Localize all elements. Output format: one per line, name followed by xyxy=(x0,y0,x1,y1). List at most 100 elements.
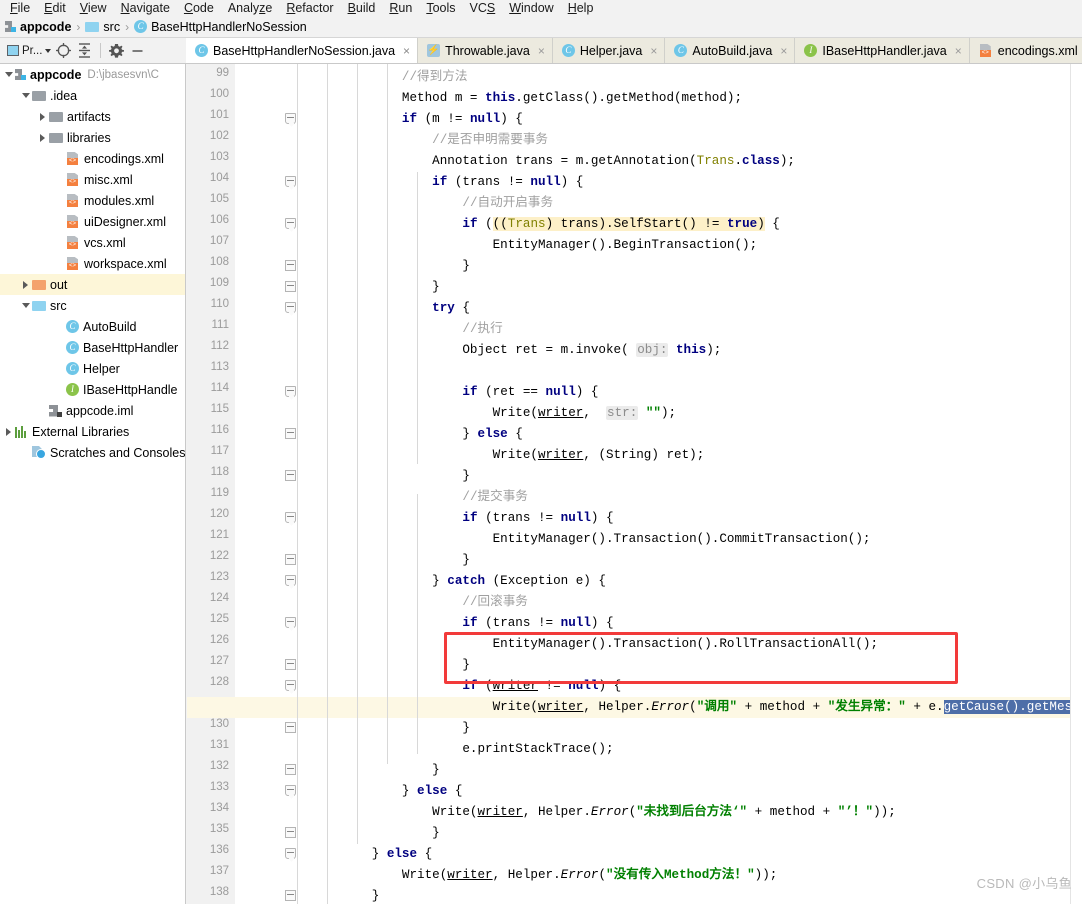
code-line-125[interactable]: if (trans != null) { xyxy=(281,613,613,634)
tree-item-basehttphandler[interactable]: C BaseHttpHandler xyxy=(0,337,185,358)
menu-item-vcs[interactable]: VCS xyxy=(463,1,503,16)
menu-item-window[interactable]: Window xyxy=(502,1,560,16)
code-line-126[interactable]: EntityManager().Transaction().RollTransa… xyxy=(281,634,878,655)
menu-item-code[interactable]: Code xyxy=(177,1,221,16)
menu-item-run[interactable]: Run xyxy=(382,1,419,16)
gear-icon[interactable] xyxy=(108,42,125,59)
chevron-right-icon[interactable] xyxy=(36,133,49,142)
menu-item-edit[interactable]: Edit xyxy=(37,1,73,16)
menu-item-navigate[interactable]: Navigate xyxy=(114,1,177,16)
code-line-99[interactable]: //得到方法 xyxy=(281,67,468,88)
tab-helper-java[interactable]: C Helper.java × xyxy=(552,38,666,63)
code-line-119[interactable]: //提交事务 xyxy=(281,487,528,508)
tree-item-modules-xml[interactable]: modules.xml xyxy=(0,190,185,211)
code-line-135[interactable]: } xyxy=(281,823,440,844)
code-line-116[interactable]: } else { xyxy=(281,424,522,445)
tree-item-appcode-iml[interactable]: appcode.iml xyxy=(0,400,185,421)
code-line-100[interactable]: Method m = this.getClass().getMethod(met… xyxy=(281,88,742,109)
menu-item-build[interactable]: Build xyxy=(341,1,383,16)
code-editor[interactable]: 99 100 101 102 103 104 105 106 107 108 109 110 111 11… xyxy=(187,64,1082,904)
code-line-107[interactable]: EntityManager().BeginTransaction(); xyxy=(281,235,758,256)
code-line-124[interactable]: //回滚事务 xyxy=(281,592,528,613)
chevron-down-icon[interactable] xyxy=(19,93,32,98)
code-line-101[interactable]: if (m != null) { xyxy=(281,109,523,130)
code-line-137[interactable]: Write(writer, Helper.Error("没有传入Method方法… xyxy=(281,865,777,886)
collapse-all-icon[interactable] xyxy=(76,42,93,59)
tree-item-appcode[interactable]: appcode D:\jbasesvn\C xyxy=(0,64,185,85)
tree-item-uidesigner-xml[interactable]: uiDesigner.xml xyxy=(0,211,185,232)
code-line-130[interactable]: } xyxy=(281,718,470,739)
tree-item-misc-xml[interactable]: misc.xml xyxy=(0,169,185,190)
close-icon[interactable]: × xyxy=(403,44,410,58)
tab-encodings-xml[interactable]: encodings.xml xyxy=(969,38,1082,63)
tree-item-encodings-xml[interactable]: encodings.xml xyxy=(0,148,185,169)
code-line-136[interactable]: } else { xyxy=(281,844,432,865)
code-line-122[interactable]: } xyxy=(281,550,470,571)
close-icon[interactable]: × xyxy=(955,44,962,58)
code-line-102[interactable]: //是否申明需要事务 xyxy=(281,130,548,151)
code-content[interactable]: //得到方法 Method m = this.getClass().getMet… xyxy=(187,64,1082,904)
code-line-132[interactable]: } xyxy=(281,760,440,781)
tree-item-vcs-xml[interactable]: vcs.xml xyxy=(0,232,185,253)
code-line-106[interactable]: if (((Trans) trans).SelfStart() != true)… xyxy=(281,214,780,235)
code-line-138[interactable]: } xyxy=(281,886,380,904)
menu-item-view[interactable]: View xyxy=(73,1,114,16)
code-line-123[interactable]: } catch (Exception e) { xyxy=(281,571,606,592)
chevron-right-icon[interactable] xyxy=(36,112,49,121)
close-icon[interactable]: × xyxy=(650,44,657,58)
close-icon[interactable]: × xyxy=(538,44,545,58)
crosshair-icon[interactable] xyxy=(55,42,72,59)
code-line-131[interactable]: e.printStackTrace(); xyxy=(281,739,613,760)
tree-item-artifacts[interactable]: artifacts xyxy=(0,106,185,127)
chevron-down-icon[interactable] xyxy=(19,303,32,308)
tree-item-autobuild[interactable]: C AutoBuild xyxy=(0,316,185,337)
code-line-112[interactable]: Object ret = m.invoke( obj: this); xyxy=(281,340,721,361)
tree-item-ibasehttphandle[interactable]: I IBaseHttpHandle xyxy=(0,379,185,400)
code-line-120[interactable]: if (trans != null) { xyxy=(281,508,613,529)
code-line-133[interactable]: } else { xyxy=(281,781,463,802)
tree-item-out[interactable]: out xyxy=(0,274,185,295)
code-line-110[interactable]: try { xyxy=(281,298,470,319)
tree-item-helper[interactable]: C Helper xyxy=(0,358,185,379)
tab-autobuild-java[interactable]: C AutoBuild.java × xyxy=(665,38,796,63)
tree-item-workspace-xml[interactable]: workspace.xml xyxy=(0,253,185,274)
chevron-down-icon[interactable] xyxy=(2,72,15,77)
fold-gutter[interactable] xyxy=(235,64,296,904)
tree-item-libraries[interactable]: libraries xyxy=(0,127,185,148)
minimize-icon[interactable] xyxy=(129,42,146,59)
chevron-right-icon[interactable] xyxy=(2,427,15,436)
breadcrumb-folder[interactable]: src xyxy=(85,20,120,34)
menu-item-analyze[interactable]: Analyze xyxy=(221,1,279,16)
tab-basehttphandlernosession-java[interactable]: C BaseHttpHandlerNoSession.java × xyxy=(186,38,419,63)
tree-item-src[interactable]: src xyxy=(0,295,185,316)
code-line-127[interactable]: } xyxy=(281,655,470,676)
code-line-129[interactable]: Write(writer, Helper.Error("调用" + method… xyxy=(187,697,1082,718)
menu-item-refactor[interactable]: Refactor xyxy=(279,1,340,16)
tab-ibasehttphandler-java[interactable]: I IBaseHttpHandler.java × xyxy=(795,38,970,63)
project-tree[interactable]: appcode D:\jbasesvn\C .idea artifacts librar… xyxy=(0,64,186,904)
code-line-118[interactable]: } xyxy=(281,466,470,487)
tree-item-external-libraries[interactable]: External Libraries xyxy=(0,421,185,442)
code-line-108[interactable]: } xyxy=(281,256,470,277)
code-line-111[interactable]: //执行 xyxy=(281,319,502,340)
code-line-128[interactable]: if (writer != null) { xyxy=(281,676,621,697)
menu-item-help[interactable]: Help xyxy=(561,1,601,16)
code-line-109[interactable]: } xyxy=(281,277,440,298)
project-view-selector[interactable]: Pr... xyxy=(7,45,52,57)
code-line-121[interactable]: EntityManager().Transaction().CommitTran… xyxy=(281,529,871,550)
code-line-114[interactable]: if (ret == null) { xyxy=(281,382,598,403)
code-line-115[interactable]: Write(writer, str: ""); xyxy=(281,403,676,424)
breadcrumb-file[interactable]: C BaseHttpHandlerNoSession xyxy=(134,20,307,34)
code-line-134[interactable]: Write(writer, Helper.Error("未找到后台方法‘" + … xyxy=(281,802,896,823)
code-line-103[interactable]: Annotation trans = m.getAnnotation(Trans… xyxy=(281,151,795,172)
tree-item--idea[interactable]: .idea xyxy=(0,85,185,106)
marker-strip[interactable] xyxy=(1070,64,1082,904)
code-line-117[interactable]: Write(writer, (String) ret); xyxy=(281,445,705,466)
tab-throwable-java[interactable]: ⚡ Throwable.java × xyxy=(418,38,553,63)
breadcrumb-project[interactable]: appcode xyxy=(5,20,71,34)
close-icon[interactable]: × xyxy=(780,44,787,58)
chevron-right-icon[interactable] xyxy=(19,280,32,289)
menu-item-tools[interactable]: Tools xyxy=(419,1,462,16)
menu-item-file[interactable]: File xyxy=(3,1,37,16)
tree-item-scratches-and-consoles[interactable]: Scratches and Consoles xyxy=(0,442,185,463)
